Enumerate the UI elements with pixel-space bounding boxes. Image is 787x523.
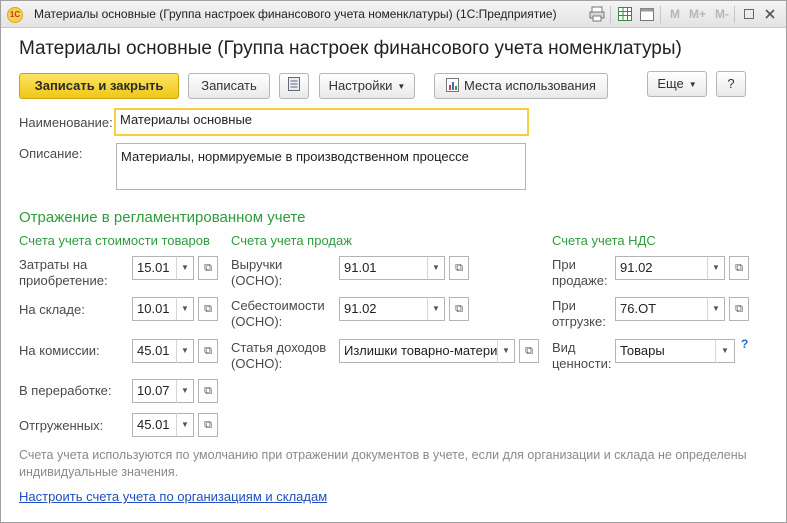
vat-row-label: Вид ценности: [552,340,612,371]
close-icon[interactable] [762,6,778,22]
description-textarea[interactable]: Материалы, нормируемые в производственно… [116,143,526,190]
reflection-section-title: Отражение в регламентированном учете [19,209,306,226]
cost-row-label: На комиссии: [19,343,100,358]
account-value[interactable]: 76.ОТ [615,297,707,321]
cost-accounts-column-title: Счета учета стоимости товаров [19,233,210,248]
account-value[interactable]: 10.01 [132,297,176,321]
window-title: Материалы основные (Группа настроек фина… [34,7,557,21]
name-label: Наименование: [19,115,113,130]
account-value[interactable]: 10.07 [132,379,176,403]
settings-dropdown-button[interactable]: Настройки ▼ [319,73,415,99]
help-question-icon[interactable]: ? [741,337,748,351]
report-icon [446,76,459,100]
memory-plus-button[interactable]: M+ [689,7,706,21]
print-icon[interactable] [589,6,605,22]
dropdown-arrow-icon[interactable]: ▼ [707,256,725,280]
info-note: Счета учета используются по умолчанию пр… [19,448,747,479]
sales-row-label: Статья доходов (ОСНО): [231,340,327,371]
more-label: Еще [657,76,684,91]
more-dropdown-button[interactable]: Еще ▼ [647,71,707,97]
vat-accounts-column-title: Счета учета НДС [552,233,656,248]
open-icon[interactable]: ⧉ [519,339,539,363]
dropdown-arrow-icon[interactable]: ▼ [176,339,194,363]
spreadsheet-icon[interactable] [617,6,633,22]
account-value[interactable]: 91.02 [615,256,707,280]
cost-row-label: Затраты на приобретение: [19,257,108,288]
open-icon[interactable]: ⧉ [449,297,469,321]
document-list-button[interactable] [279,73,309,99]
account-value[interactable]: 45.01 [132,339,176,363]
sales-accounts-column-title: Счета учета продаж [231,233,352,248]
dropdown-arrow-icon[interactable]: ▼ [427,297,445,321]
open-icon[interactable]: ⧉ [198,413,218,437]
dropdown-arrow-icon[interactable]: ▼ [427,256,445,280]
dropdown-arrow-icon[interactable]: ▼ [497,339,515,363]
vat-row-label: При продаже: [552,257,608,288]
open-icon[interactable]: ⧉ [198,256,218,280]
name-input[interactable]: Материалы основные [114,108,529,136]
configure-accounts-link[interactable]: Настроить счета учета по организациям и … [19,489,327,504]
account-value[interactable]: 91.02 [339,297,427,321]
account-value[interactable]: 15.01 [132,256,176,280]
open-icon[interactable]: ⧉ [729,297,749,321]
open-icon[interactable]: ⧉ [449,256,469,280]
usage-places-button[interactable]: Места использования [434,73,608,99]
dropdown-arrow-icon[interactable]: ▼ [176,297,194,321]
vat-row-label: При отгрузке: [552,298,606,329]
calendar-icon[interactable] [639,6,655,22]
sales-row-label: Себестоимости (ОСНО): [231,298,325,329]
value-type-value[interactable]: Товары [615,339,715,363]
open-icon[interactable]: ⧉ [198,297,218,321]
help-button[interactable]: ? [716,71,746,97]
settings-label: Настройки [328,78,393,93]
toolbar-separator [610,6,611,23]
dropdown-arrow-icon[interactable]: ▼ [715,339,735,363]
memory-minus-button[interactable]: M- [715,7,729,21]
dropdown-arrow-icon[interactable]: ▼ [176,379,194,403]
dropdown-arrow-icon[interactable]: ▼ [176,256,194,280]
chevron-down-icon: ▼ [688,80,697,89]
toolbar-separator [660,6,661,23]
chevron-down-icon: ▼ [397,82,406,91]
account-value[interactable]: 45.01 [132,413,176,437]
app-logo-icon: 1С [7,7,23,23]
cost-row-label: В переработке: [19,383,112,398]
open-icon[interactable]: ⧉ [198,379,218,403]
usage-places-label: Места использования [464,78,596,93]
toolbar-separator [734,6,735,23]
memory-button[interactable]: M [670,7,680,21]
account-value[interactable]: 91.01 [339,256,427,280]
open-icon[interactable]: ⧉ [198,339,218,363]
app-window: 1С Материалы основные (Группа настроек ф… [0,0,787,523]
save-button[interactable]: Записать [188,73,270,99]
cost-row-label: На складе: [19,302,85,317]
title-bar: 1С Материалы основные (Группа настроек ф… [1,1,786,28]
restore-window-icon[interactable] [741,6,757,22]
income-item-value[interactable]: Излишки товарно-материа [339,339,497,363]
save-and-close-button[interactable]: Записать и закрыть [19,73,179,99]
cost-row-label: Отгруженных: [19,418,104,433]
sales-row-label: Выручки (ОСНО): [231,257,283,288]
page-title: Материалы основные (Группа настроек фина… [19,38,682,59]
open-icon[interactable]: ⧉ [729,256,749,280]
dropdown-arrow-icon[interactable]: ▼ [707,297,725,321]
list-icon [288,75,300,99]
dropdown-arrow-icon[interactable]: ▼ [176,413,194,437]
description-label: Описание: [19,146,83,161]
